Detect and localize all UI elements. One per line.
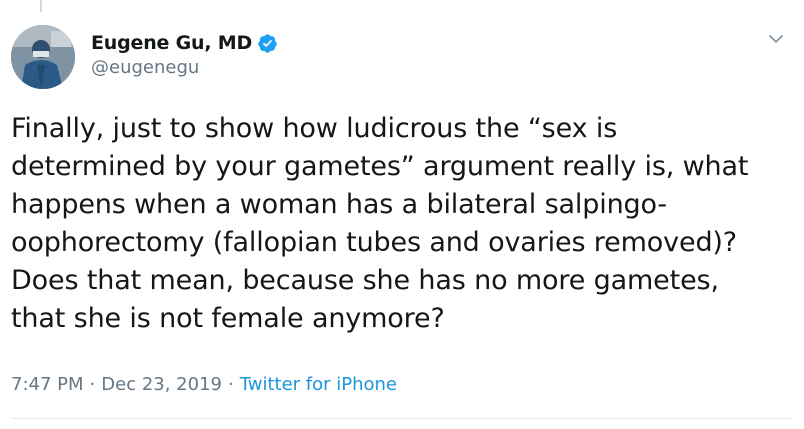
meta-separator: · xyxy=(227,374,234,395)
tweet-line: that she is not female anymore? xyxy=(11,303,445,334)
tweet-line: Does that mean, because she has no more … xyxy=(11,265,719,296)
tweet-date[interactable]: Dec 23, 2019 xyxy=(101,374,222,395)
profile-photo-surgeon-icon xyxy=(11,25,75,89)
verified-badge-icon xyxy=(257,33,278,54)
thread-connector-line xyxy=(40,0,42,12)
meta-separator: · xyxy=(89,374,96,395)
tweet-text: Finally, just to show how ludicrous the … xyxy=(11,110,791,338)
chevron-down-icon[interactable] xyxy=(765,28,787,50)
author-block[interactable]: Eugene Gu, MD @eugenegu xyxy=(91,31,278,78)
divider xyxy=(11,418,793,419)
display-name-row: Eugene Gu, MD xyxy=(91,31,278,55)
avatar[interactable] xyxy=(11,25,75,89)
user-handle[interactable]: @eugenegu xyxy=(91,57,278,78)
tweet-metadata: 7:47 PM · Dec 23, 2019 · Twitter for iPh… xyxy=(11,374,397,395)
tweet-line: oophorectomy (fallopian tubes and ovarie… xyxy=(11,227,737,258)
tweet-line: determined by your gametes” argument rea… xyxy=(11,151,749,182)
tweet-time[interactable]: 7:47 PM xyxy=(11,374,84,395)
tweet-line: happens when a woman has a bilateral sal… xyxy=(11,189,667,220)
tweet-line: Finally, just to show how ludicrous the … xyxy=(11,113,618,144)
tweet-source-link[interactable]: Twitter for iPhone xyxy=(240,374,397,395)
display-name[interactable]: Eugene Gu, MD xyxy=(91,32,252,54)
